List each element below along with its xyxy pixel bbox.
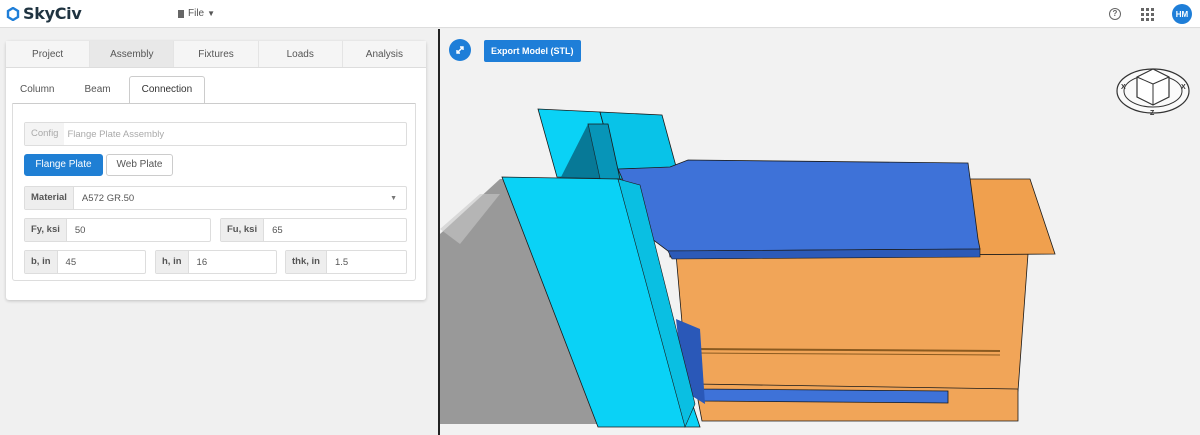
sub-tabs: Column Beam Connection (8, 76, 211, 104)
tab-project[interactable]: Project (6, 41, 91, 67)
web-plate-button[interactable]: Web Plate (106, 154, 173, 176)
subtab-connection[interactable]: Connection (128, 76, 206, 104)
flange-plate-button[interactable]: Flange Plate (24, 154, 103, 176)
config-value: Flange Plate Assembly (67, 128, 165, 140)
top-plate-edge (667, 248, 981, 260)
svg-text:Z: Z (1150, 110, 1155, 117)
subtab-column[interactable]: Column (8, 77, 66, 103)
skyciv-logo-icon (6, 6, 20, 21)
collapse-button[interactable] (449, 39, 471, 61)
svg-text:X: X (1121, 84, 1126, 91)
h-value: 16 (196, 256, 208, 268)
tab-loads[interactable]: Loads (258, 41, 343, 67)
subtab-beam[interactable]: Beam (72, 77, 122, 103)
tab-analysis[interactable]: Analysis (342, 41, 427, 67)
fy-value: 50 (74, 224, 86, 236)
material-label: Material (25, 187, 74, 209)
document-icon (178, 9, 184, 18)
help-icon[interactable]: ? (1109, 8, 1121, 20)
file-menu[interactable]: File ▼ (178, 8, 215, 19)
apps-grid-icon[interactable] (1141, 7, 1154, 21)
chevron-down-icon: ▼ (207, 9, 216, 18)
fy-label: Fy, ksi (25, 219, 67, 241)
export-model-button[interactable]: Export Model (STL) (484, 40, 581, 62)
avatar[interactable]: HM (1172, 4, 1192, 24)
tab-assembly[interactable]: Assembly (90, 41, 175, 67)
logo-text: SkyCiv (23, 4, 82, 23)
thk-value: 1.5 (334, 256, 349, 268)
svg-text:X: X (1181, 84, 1186, 91)
left-panel: Project Assembly Fixtures Loads Analysis… (0, 29, 438, 435)
top-flange-plate (617, 159, 981, 252)
3d-viewport[interactable]: Export Model (STL) X X Z (440, 29, 1200, 435)
main-tabs: Project Assembly Fixtures Loads Analysis (6, 41, 427, 68)
config-label: Config (25, 123, 65, 145)
thk-input[interactable]: thk, in 1.5 (285, 250, 407, 274)
material-select[interactable]: Material A572 GR.50 ▼ (24, 186, 407, 210)
view-cube[interactable]: X X Z (1113, 53, 1193, 119)
tab-fixtures[interactable]: Fixtures (174, 41, 259, 67)
thk-label: thk, in (286, 251, 327, 273)
skyciv-logo[interactable]: SkyCiv (6, 4, 82, 23)
material-value: A572 GR.50 (81, 192, 135, 204)
caret-down-icon: ▼ (390, 195, 397, 202)
collapse-icon (456, 46, 464, 54)
fu-value: 65 (272, 224, 283, 236)
view-cube-icon: X X Z (1116, 68, 1190, 117)
b-input[interactable]: b, in 45 (24, 250, 146, 274)
fy-input[interactable]: Fy, ksi 50 (24, 218, 211, 242)
beam-web (675, 253, 1029, 392)
top-bar: SkyCiv File ▼ ? HM (0, 0, 1200, 28)
connection-model (440, 108, 1056, 428)
fu-label: Fu, ksi (221, 219, 265, 241)
b-value: 45 (65, 256, 77, 268)
file-menu-label: File (188, 8, 205, 19)
h-label: h, in (156, 251, 189, 273)
config-field[interactable]: Config Flange Plate Assembly (24, 122, 407, 146)
b-label: b, in (25, 251, 58, 273)
fu-input[interactable]: Fu, ksi 65 (220, 218, 407, 242)
h-input[interactable]: h, in 16 (155, 250, 277, 274)
